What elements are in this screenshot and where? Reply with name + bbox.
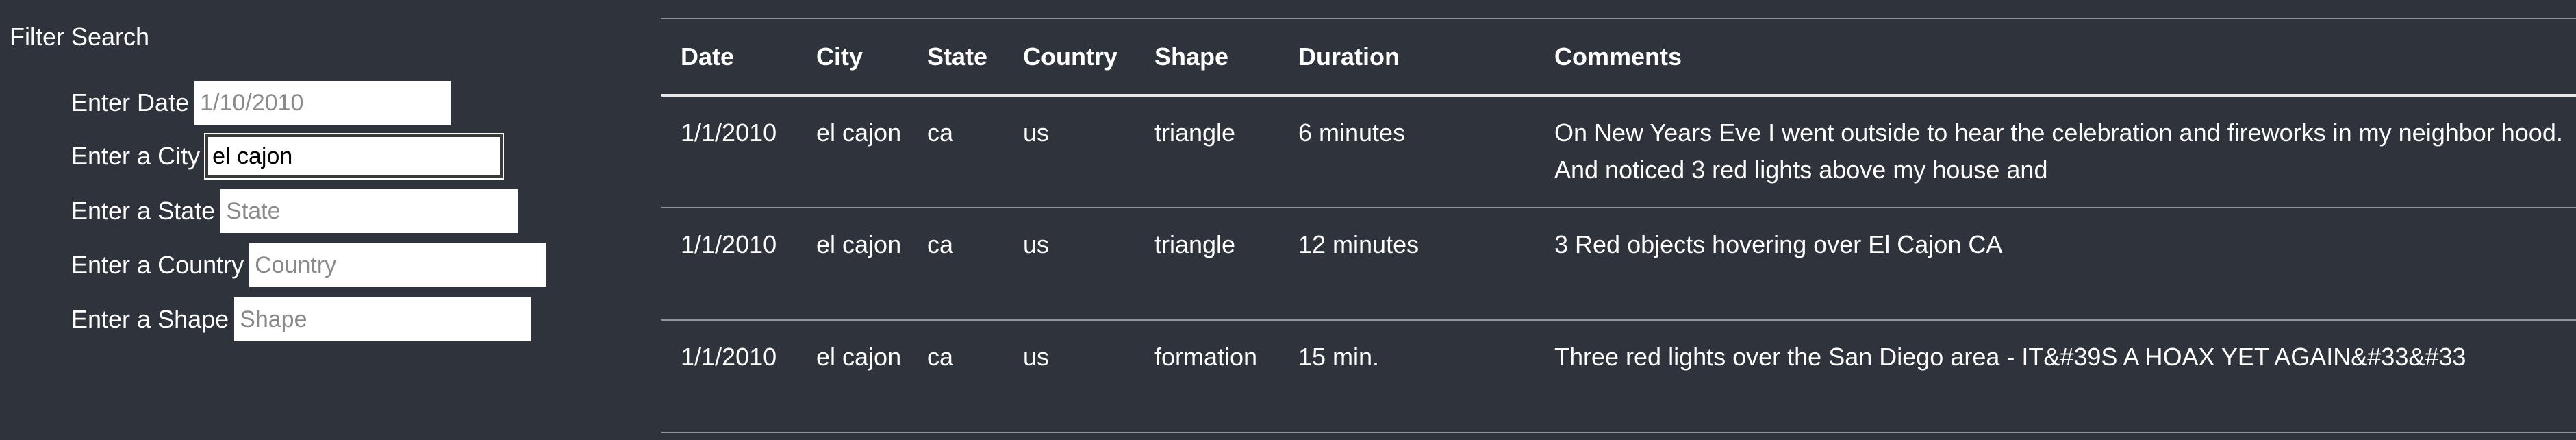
cell-country: us: [1023, 230, 1050, 258]
state-input[interactable]: [220, 189, 518, 233]
cell-date: 1/1/2010: [681, 343, 777, 371]
date-input[interactable]: [194, 81, 451, 125]
page: Filter Search Enter Date Enter a City En…: [0, 0, 2576, 440]
header-country: Country: [1023, 42, 1117, 71]
table-row: 1/1/2010 el cajon ca us formation 15 min…: [661, 320, 2576, 432]
header-shape: Shape: [1154, 42, 1229, 71]
header-date: Date: [681, 42, 735, 71]
city-input[interactable]: [205, 134, 503, 178]
country-filter-row: Enter a Country: [71, 242, 547, 289]
cell-date: 1/1/2010: [681, 230, 777, 258]
cell-shape: triangle: [1154, 119, 1236, 147]
cell-city: el cajon: [816, 343, 902, 371]
country-input[interactable]: [249, 243, 547, 287]
header-comments: Comments: [1554, 42, 1682, 71]
cell-date: 1/1/2010: [681, 119, 777, 147]
cell-city: el cajon: [816, 230, 902, 258]
cell-duration: 15 min.: [1298, 343, 1380, 371]
cell-state: ca: [927, 119, 954, 147]
ufo-sightings-table: Date City State Country Shape Duration C…: [661, 18, 2576, 433]
city-label: Enter a City: [71, 142, 201, 170]
cell-shape: triangle: [1154, 230, 1236, 258]
table-row: 1/1/2010 el cajon ca us triangle 12 minu…: [661, 208, 2576, 320]
cell-shape: formation: [1154, 343, 1258, 371]
header-duration: Duration: [1298, 42, 1400, 71]
country-label: Enter a Country: [71, 251, 244, 279]
shape-filter-row: Enter a Shape: [71, 296, 532, 343]
table-header-row: Date City State Country Shape Duration C…: [661, 19, 2576, 95]
cell-city: el cajon: [816, 119, 902, 147]
cell-comments: Three red lights over the San Diego area…: [1554, 343, 2466, 371]
shape-input[interactable]: [234, 297, 532, 341]
shape-label: Enter a Shape: [71, 305, 229, 333]
header-state: State: [927, 42, 988, 71]
cell-duration: 6 minutes: [1298, 119, 1406, 147]
cell-state: ca: [927, 343, 954, 371]
cell-comments: 3 Red objects hovering over El Cajon CA: [1554, 230, 2003, 258]
filter-panel: Filter Search Enter Date Enter a City En…: [0, 0, 657, 440]
filter-title: Filter Search: [10, 23, 150, 51]
header-city: City: [816, 42, 863, 71]
cell-comments: On New Years Eve I went outside to hear …: [1554, 119, 2563, 184]
cell-state: ca: [927, 230, 954, 258]
state-label: Enter a State: [71, 197, 216, 225]
date-label: Enter Date: [71, 88, 190, 117]
city-filter-row: Enter a City: [71, 133, 503, 180]
cell-duration: 12 minutes: [1298, 230, 1419, 258]
table-row: 1/1/2010 el cajon ca us triangle 6 minut…: [661, 95, 2576, 208]
cell-country: us: [1023, 119, 1050, 147]
date-filter-row: Enter Date: [71, 80, 451, 126]
cell-country: us: [1023, 343, 1050, 371]
state-filter-row: Enter a State: [71, 188, 518, 234]
